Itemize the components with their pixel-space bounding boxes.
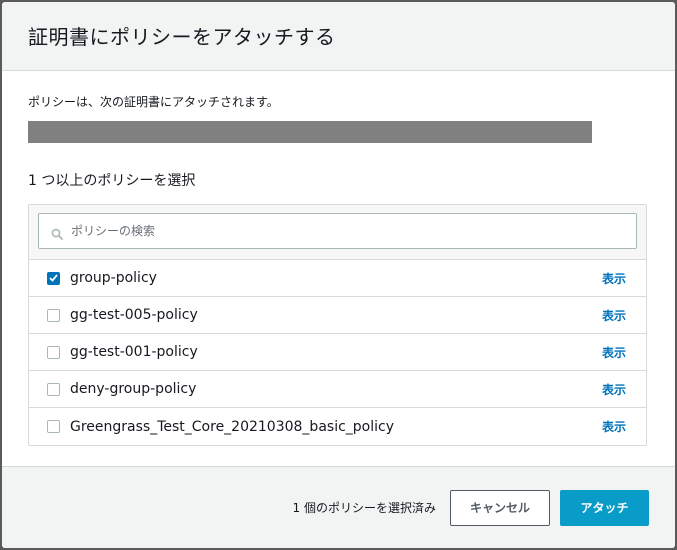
policy-checkbox[interactable] <box>47 271 60 285</box>
policy-name: gg-test-005-policy <box>70 307 198 323</box>
show-policy-link[interactable]: 表示 <box>602 344 626 361</box>
show-policy-link[interactable]: 表示 <box>602 307 626 324</box>
selected-count-text: 1 個のポリシーを選択済み <box>292 501 436 515</box>
policy-row[interactable]: group-policy 表示 <box>29 260 646 297</box>
policy-row[interactable]: gg-test-001-policy 表示 <box>29 334 646 371</box>
dialog-description: ポリシーは、次の証明書にアタッチされます。 <box>28 95 279 109</box>
policy-name: group-policy <box>70 270 157 286</box>
policy-checkbox[interactable] <box>47 382 60 396</box>
attach-button[interactable]: アタッチ <box>560 489 649 526</box>
policy-checkbox[interactable] <box>47 420 60 433</box>
show-policy-link[interactable]: 表示 <box>602 381 626 398</box>
policy-name: deny-group-policy <box>70 381 197 397</box>
policy-checkbox[interactable] <box>47 345 60 359</box>
redacted-certificate-id <box>28 121 592 143</box>
policy-name: gg-test-001-policy <box>70 344 198 360</box>
search-input[interactable] <box>71 224 591 238</box>
policy-row[interactable]: gg-test-005-policy 表示 <box>29 297 646 334</box>
dialog-body: ポリシーは、次の証明書にアタッチされます。 1 つ以上のポリシーを選択 ポリシー… <box>2 71 675 466</box>
check-icon <box>49 274 58 282</box>
show-policy-link[interactable]: 表示 <box>602 270 626 287</box>
dialog-title: 証明書にポリシーをアタッチする <box>28 25 336 49</box>
search-container <box>29 205 646 260</box>
policy-row[interactable]: Greengrass_Test_Core_20210308_basic_poli… <box>29 408 646 445</box>
policy-name: Greengrass_Test_Core_20210308_basic_poli… <box>70 418 394 435</box>
search-box[interactable] <box>38 213 637 249</box>
attach-policy-dialog: 証明書にポリシーをアタッチする ポリシーは、次の証明書にアタッチされます。 1 … <box>2 2 675 548</box>
cancel-button[interactable]: キャンセル <box>450 489 550 526</box>
policy-list-panel: group-policy 表示 gg-test-005-policy 表示 gg… <box>28 204 647 446</box>
show-policy-link[interactable]: 表示 <box>602 418 626 435</box>
policy-row[interactable]: deny-group-policy 表示 <box>29 371 646 408</box>
dialog-header: 証明書にポリシーをアタッチする <box>2 2 675 71</box>
policy-section-label: 1 つ以上のポリシーを選択 <box>28 173 196 189</box>
dialog-footer: 1 個のポリシーを選択済み キャンセル アタッチ <box>2 466 675 548</box>
search-icon <box>51 225 63 240</box>
policy-checkbox[interactable] <box>47 308 60 322</box>
